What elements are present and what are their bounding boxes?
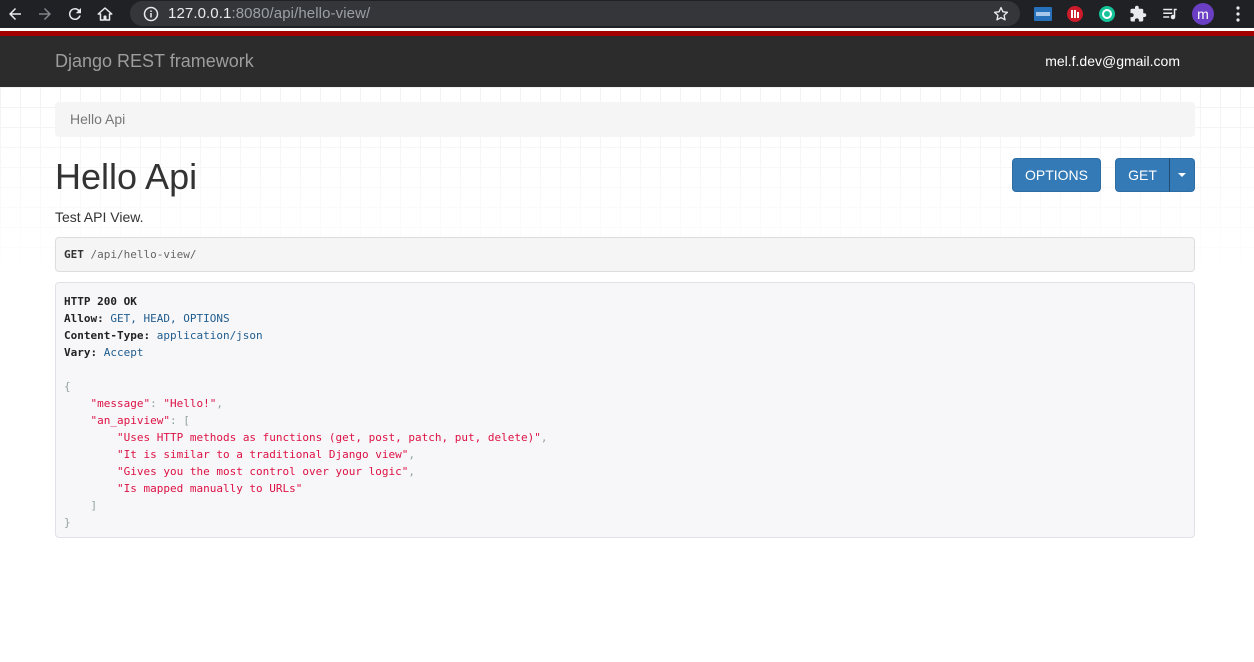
page-description: Test API View. — [55, 209, 144, 225]
media-queue-icon[interactable] — [1160, 4, 1180, 24]
breadcrumb: Hello Api — [55, 102, 1195, 137]
navbar-user[interactable]: mel.f.dev@gmail.com — [1045, 53, 1180, 69]
url-path: :8080/api/hello-view/ — [231, 5, 371, 22]
profile-avatar[interactable]: m — [1192, 3, 1214, 25]
drf-navbar: Django REST framework mel.f.dev@gmail.co… — [0, 31, 1254, 87]
response-header: Vary: Accept — [64, 344, 1186, 361]
header-name: Allow: — [64, 312, 104, 325]
reload-button[interactable] — [60, 0, 90, 28]
bookmark-star-icon[interactable] — [992, 5, 1010, 28]
home-button[interactable] — [90, 0, 120, 28]
get-button[interactable]: GET — [1115, 158, 1170, 192]
more-menu-icon[interactable] — [1228, 4, 1248, 24]
json-string: "Is mapped manually to URLs" — [116, 482, 303, 495]
request-info: GET /api/hello-view/ — [55, 237, 1195, 272]
json-string: "It is similar to a traditional Django v… — [116, 448, 409, 461]
url-host: 127.0.0.1 — [168, 5, 232, 22]
response-status: HTTP 200 OK — [64, 295, 137, 308]
back-button[interactable] — [0, 0, 30, 28]
page-title: Hello Api — [55, 156, 198, 197]
json-open-brace: { — [64, 380, 71, 393]
json-key: "an_apiview" — [90, 414, 170, 427]
json-line: "It is similar to a traditional Django v… — [116, 448, 416, 461]
json-string: "Hello!" — [163, 397, 217, 410]
get-format-dropdown-toggle[interactable] — [1169, 158, 1195, 192]
forward-button[interactable] — [30, 0, 60, 28]
request-path: /api/hello-view/ — [83, 248, 197, 261]
response-info: HTTP 200 OK Allow: GET, HEAD, OPTIONS Cont… — [55, 282, 1195, 538]
json-line: ] — [64, 497, 1186, 514]
url-text: 127.0.0.1:8080/api/hello-view/ — [168, 5, 370, 22]
lastpass-extension-icon[interactable] — [1065, 4, 1085, 24]
breadcrumb-item-active: Hello Api — [70, 111, 126, 127]
json-string: "Gives you the most control over your lo… — [116, 465, 409, 478]
home-icon — [97, 7, 113, 21]
json-close-brace: } — [64, 516, 71, 529]
json-line: { — [64, 378, 1186, 395]
header-name: Content-Type: — [64, 329, 151, 342]
request-method: GET — [64, 248, 84, 261]
json-line: } — [64, 514, 1186, 531]
browser-toolbar: 127.0.0.1:8080/api/hello-view/ m — [0, 0, 1254, 28]
json-line: "Gives you the most control over your lo… — [116, 465, 416, 478]
header-value: GET, HEAD, OPTIONS — [103, 312, 230, 325]
address-bar[interactable]: 127.0.0.1:8080/api/hello-view/ — [130, 1, 1020, 26]
header-value: application/json — [150, 329, 263, 342]
header-value: Accept — [97, 346, 144, 359]
caret-down-icon — [1178, 173, 1186, 177]
header-name: Vary: — [64, 346, 98, 359]
response-header: Allow: GET, HEAD, OPTIONS — [64, 310, 1186, 327]
amex-extension-icon[interactable] — [1033, 4, 1053, 24]
json-close-bracket: ] — [90, 499, 98, 512]
json-open-bracket: [ — [183, 414, 190, 427]
response-header: Content-Type: application/json — [64, 327, 1186, 344]
reload-icon — [68, 8, 81, 21]
arrow-left-icon — [9, 8, 21, 20]
json-line: "an_apiview": [ — [90, 414, 190, 427]
json-key: "message" — [90, 397, 151, 410]
json-line: "Is mapped manually to URLs" — [64, 480, 1186, 497]
puzzle-extensions-icon[interactable] — [1128, 4, 1148, 24]
response-status-line: HTTP 200 OK — [64, 293, 1186, 310]
options-button[interactable]: OPTIONS — [1012, 158, 1101, 192]
grammarly-extension-icon[interactable] — [1097, 4, 1117, 24]
json-line: "Uses HTTP methods as functions (get, po… — [116, 431, 548, 444]
navbar-brand[interactable]: Django REST framework — [55, 51, 254, 72]
json-line: "message": "Hello!", — [90, 397, 223, 410]
json-string: "Uses HTTP methods as functions (get, po… — [116, 431, 541, 444]
arrow-right-icon — [39, 8, 51, 20]
info-icon[interactable] — [138, 6, 164, 22]
